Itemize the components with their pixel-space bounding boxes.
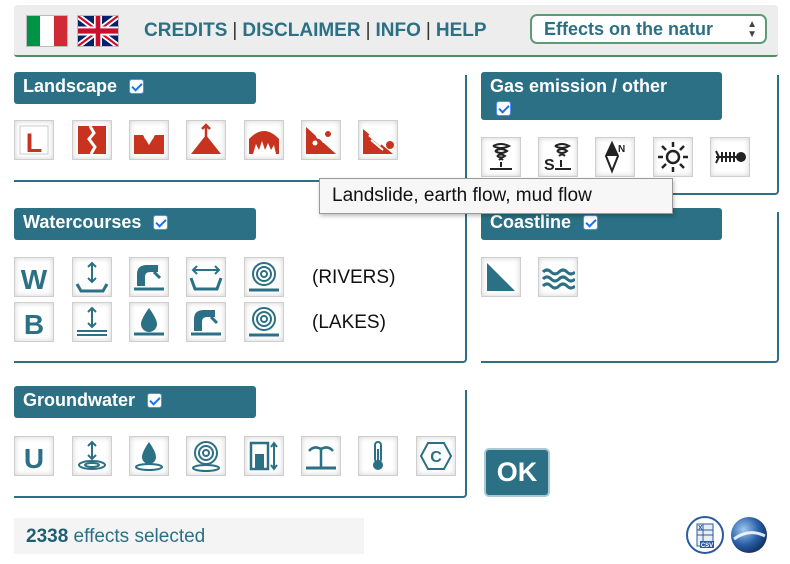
- svg-text:X: X: [698, 525, 703, 532]
- gas-checkbox[interactable]: [496, 100, 511, 116]
- well-level-icon[interactable]: [244, 436, 284, 476]
- disclaimer-link[interactable]: DISCLAIMER: [242, 20, 360, 41]
- compass-anomaly-icon[interactable]: N: [595, 137, 635, 177]
- river-level-change-icon[interactable]: [72, 257, 112, 297]
- landscape-title-text: Landscape: [23, 76, 118, 96]
- svg-text:C: C: [430, 449, 442, 466]
- lake-water-drop-icon[interactable]: [129, 302, 169, 342]
- svg-text:CSV: CSV: [701, 543, 713, 549]
- top-bar: CREDITS | DISCLAIMER | INFO | HELP Effects on …: [14, 5, 778, 57]
- groundwater-title-text: Groundwater: [23, 390, 136, 410]
- svg-text:L: L: [26, 128, 43, 157]
- csv-export-icon[interactable]: X CSV: [686, 516, 724, 554]
- letter-w-icon[interactable]: W: [14, 257, 54, 297]
- uk-flag-icon[interactable]: [76, 13, 120, 49]
- landslide-icon[interactable]: [358, 120, 398, 160]
- watercourses-checkbox[interactable]: [153, 214, 169, 230]
- effects-select-value: Effects on the natur: [544, 19, 714, 39]
- fault-scarp-icon[interactable]: [72, 120, 112, 160]
- svg-text:S: S: [544, 157, 555, 174]
- chemical-change-icon[interactable]: C: [416, 436, 456, 476]
- svg-text:N: N: [618, 144, 625, 155]
- ok-button[interactable]: OK: [484, 448, 550, 497]
- cave-collapse-icon[interactable]: [244, 120, 284, 160]
- lake-turbidity-icon[interactable]: [244, 302, 284, 342]
- nav-separator: |: [365, 20, 371, 41]
- landscape-title: Landscape: [14, 72, 256, 104]
- italian-flag-icon[interactable]: [26, 15, 68, 47]
- effects-count: 2338: [26, 526, 69, 547]
- uplift-icon[interactable]: [186, 120, 226, 160]
- google-earth-export-icon[interactable]: [730, 516, 768, 554]
- spring-fountain-icon[interactable]: [301, 436, 341, 476]
- dead-fish-icon[interactable]: [710, 137, 750, 177]
- tooltip: Landslide, earth flow, mud flow: [319, 178, 673, 214]
- lake-flood-icon[interactable]: [186, 302, 226, 342]
- top-nav: CREDITS | DISCLAIMER | INFO | HELP: [144, 20, 487, 42]
- nav-separator: |: [232, 20, 238, 41]
- help-link[interactable]: HELP: [436, 20, 487, 41]
- sea-waves-icon[interactable]: [538, 257, 578, 297]
- river-width-change-icon[interactable]: [186, 257, 226, 297]
- watercourses-title-text: Watercourses: [23, 212, 142, 232]
- select-arrows-icon: ▲ ▼: [747, 19, 757, 40]
- groundwater-turbidity-icon[interactable]: [186, 436, 226, 476]
- effects-selected-label: effects selected: [68, 526, 206, 547]
- coastal-change-icon[interactable]: [481, 257, 521, 297]
- river-turbidity-icon[interactable]: [244, 257, 284, 297]
- credits-link[interactable]: CREDITS: [144, 20, 227, 41]
- coastline-title-text: Coastline: [490, 212, 572, 232]
- groundwater-checkbox[interactable]: [147, 392, 163, 408]
- nav-separator: |: [425, 20, 431, 41]
- river-flood-icon[interactable]: [129, 257, 169, 297]
- groundwater-title: Groundwater: [14, 386, 256, 418]
- gas-emission-icon[interactable]: [481, 137, 521, 177]
- lake-level-change-icon[interactable]: [72, 302, 112, 342]
- subsidence-icon[interactable]: [129, 120, 169, 160]
- lakes-label: (LAKES): [312, 312, 386, 333]
- groundwater-drop-icon[interactable]: [129, 436, 169, 476]
- sulfur-gas-icon[interactable]: S: [538, 137, 578, 177]
- gas-title-text: Gas emission / other: [490, 76, 668, 96]
- letter-b-icon[interactable]: B: [14, 302, 54, 342]
- svg-text:U: U: [24, 443, 44, 473]
- effects-type-select[interactable]: Effects on the natur ▲ ▼: [530, 14, 767, 44]
- thermometer-icon[interactable]: [358, 436, 398, 476]
- svg-text:W: W: [21, 264, 48, 294]
- letter-u-icon[interactable]: U: [14, 436, 54, 476]
- groundwater-level-change-icon[interactable]: [72, 436, 112, 476]
- gas-title: Gas emission / other: [481, 72, 722, 120]
- watercourses-title: Watercourses: [14, 208, 256, 240]
- status-bar: 2338 effects selected: [14, 518, 364, 554]
- letter-l-icon[interactable]: L: [14, 120, 54, 160]
- light-phenomena-icon[interactable]: [653, 137, 693, 177]
- svg-text:B: B: [24, 309, 44, 339]
- rockfall-icon[interactable]: [301, 120, 341, 160]
- info-link[interactable]: INFO: [376, 20, 421, 41]
- rivers-label: (RIVERS): [312, 267, 396, 288]
- landscape-checkbox[interactable]: [129, 78, 145, 94]
- coastline-checkbox[interactable]: [583, 214, 599, 230]
